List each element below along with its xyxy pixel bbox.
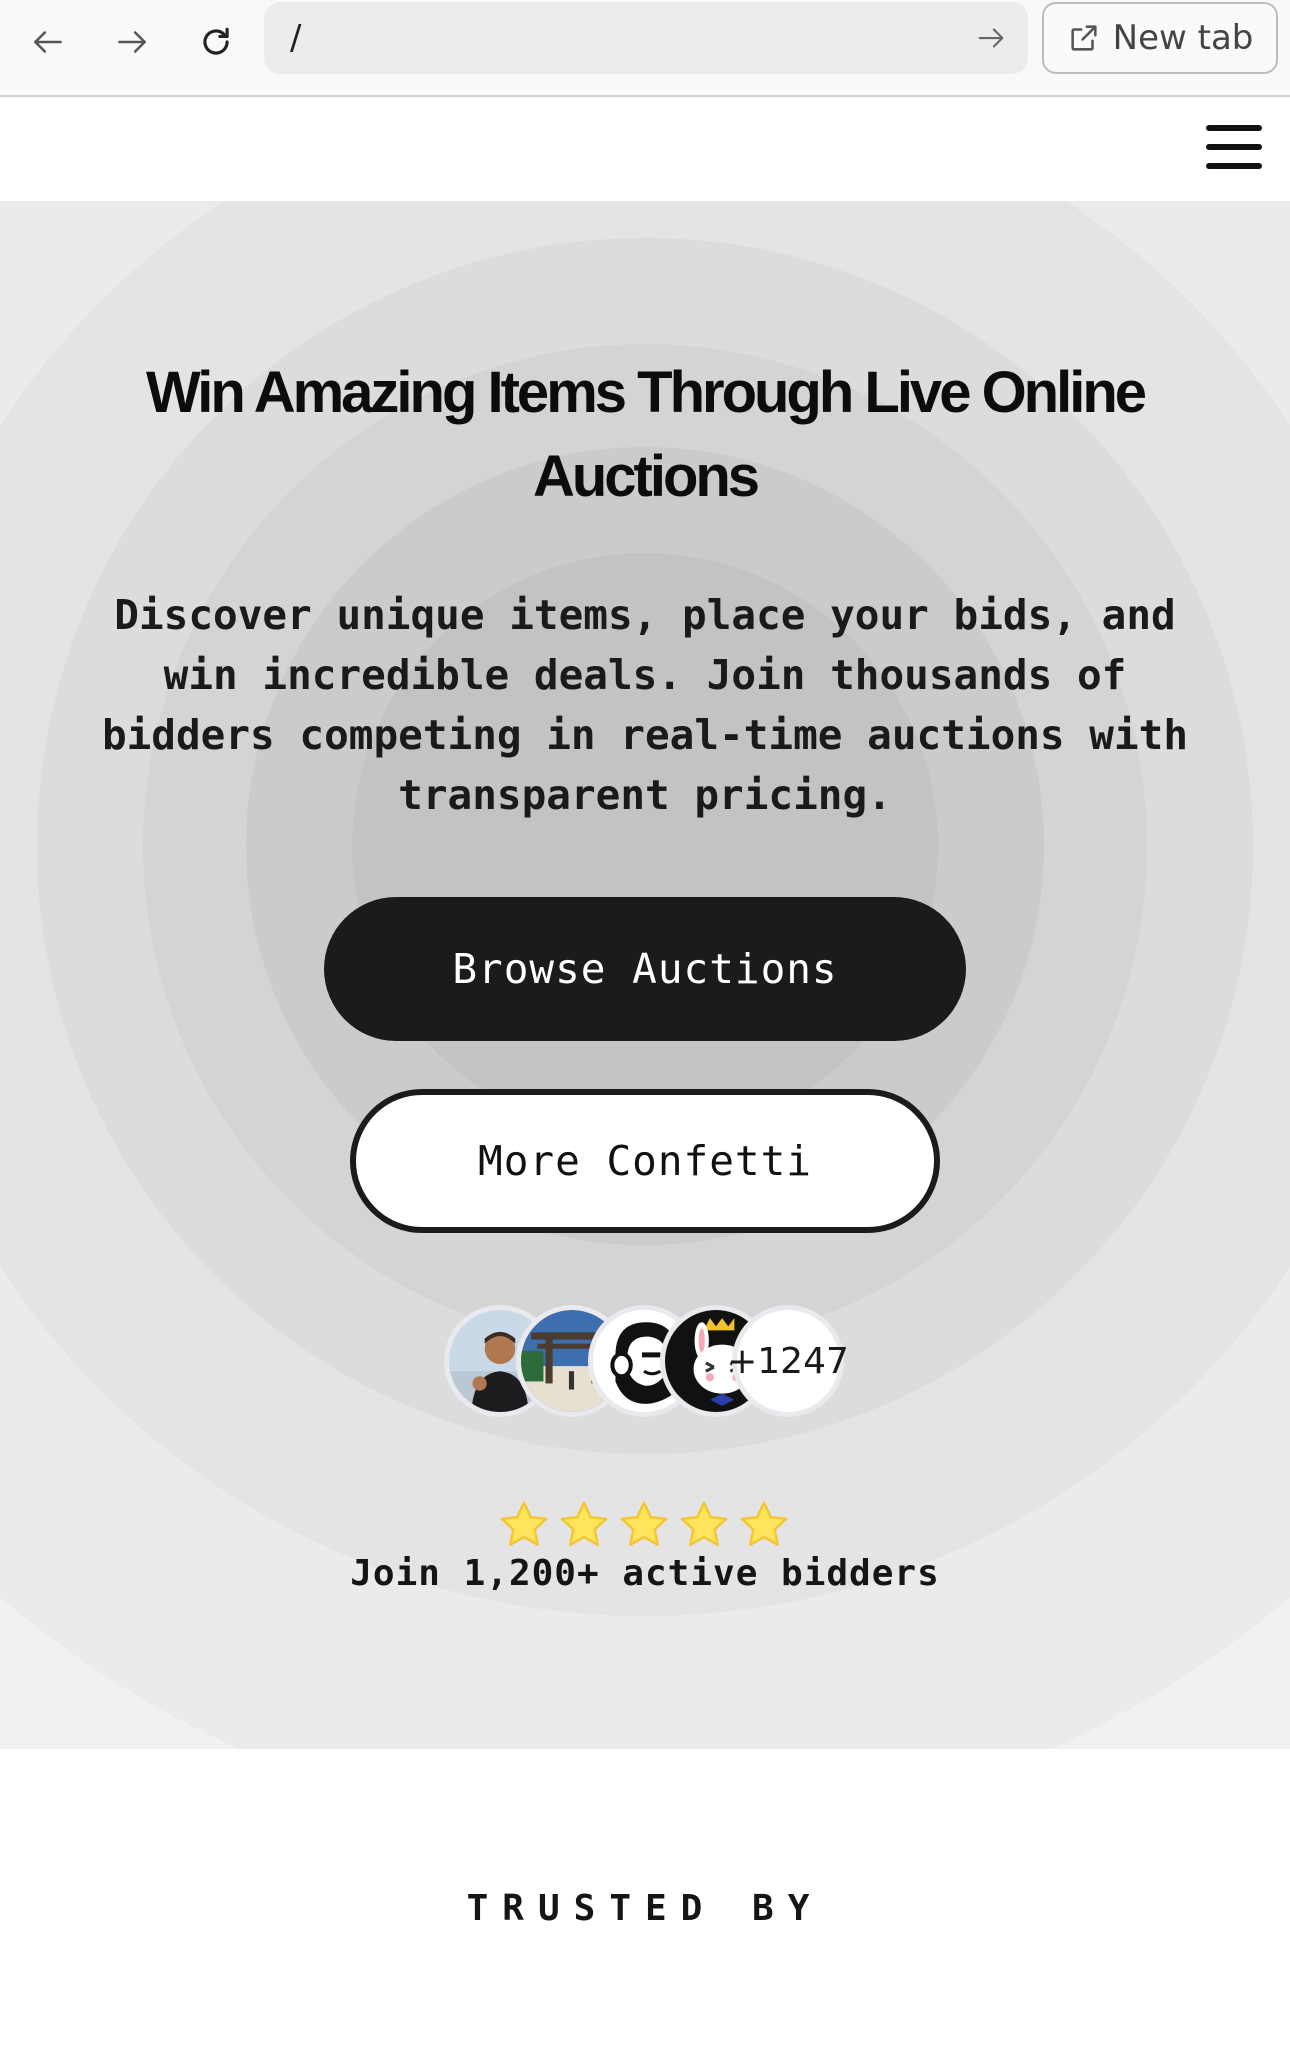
trusted-by-heading: TRUSTED BY — [466, 1888, 824, 1929]
browse-auctions-button[interactable]: Browse Auctions — [324, 897, 966, 1041]
new-tab-label: New tab — [1112, 18, 1254, 58]
star-icon — [736, 1497, 792, 1553]
back-button[interactable] — [20, 14, 76, 70]
star-icon — [676, 1497, 732, 1553]
back-arrow-icon — [34, 31, 62, 53]
hamburger-menu-icon[interactable] — [1206, 125, 1262, 169]
forward-button[interactable] — [104, 14, 160, 70]
site-header — [0, 99, 1290, 201]
reload-button[interactable] — [188, 14, 244, 70]
bidder-avatars: +1247 — [444, 1305, 849, 1417]
external-link-icon — [1071, 25, 1097, 51]
reload-icon — [203, 27, 229, 55]
star-icon — [616, 1497, 672, 1553]
new-tab-button[interactable]: New tab — [1042, 2, 1278, 74]
go-arrow-icon[interactable] — [974, 21, 1008, 55]
address-bar[interactable]: / — [264, 2, 1028, 74]
hero-section: Win Amazing Items Through Live Online Au… — [0, 201, 1290, 1749]
rating-stars — [496, 1497, 796, 1553]
browser-toolbar: / New tab — [0, 0, 1290, 97]
avatar-overflow-count: +1247 — [727, 1305, 849, 1417]
active-bidders-text: Join 1,200+ active bidders — [350, 1553, 940, 1594]
star-icon — [556, 1497, 612, 1553]
star-icon — [496, 1497, 552, 1553]
forward-arrow-icon — [118, 31, 146, 53]
url-text[interactable]: / — [290, 18, 974, 58]
more-confetti-button[interactable]: More Confetti — [350, 1089, 940, 1233]
hero-title: Win Amazing Items Through Live Online Au… — [145, 360, 1147, 509]
hero-description: Discover unique items, place your bids, … — [101, 591, 1189, 819]
